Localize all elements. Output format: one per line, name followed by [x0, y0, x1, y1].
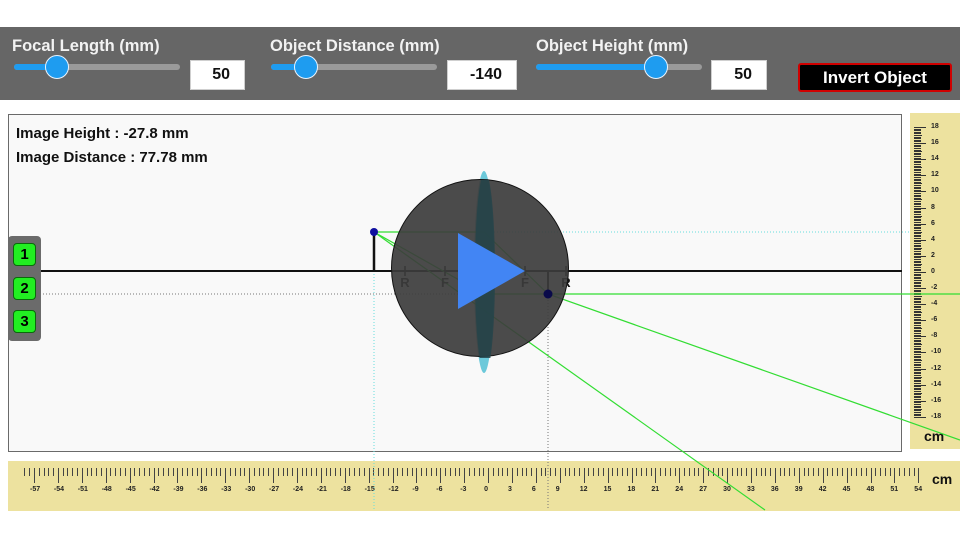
preset-panel: 1 2 3: [8, 236, 41, 341]
preset-button-1[interactable]: 1: [13, 243, 36, 266]
object-tip-handle[interactable]: [370, 228, 378, 236]
video-play-button[interactable]: [391, 179, 569, 358]
preset-button-3[interactable]: 3: [13, 310, 36, 333]
preset-button-2[interactable]: 2: [13, 277, 36, 300]
